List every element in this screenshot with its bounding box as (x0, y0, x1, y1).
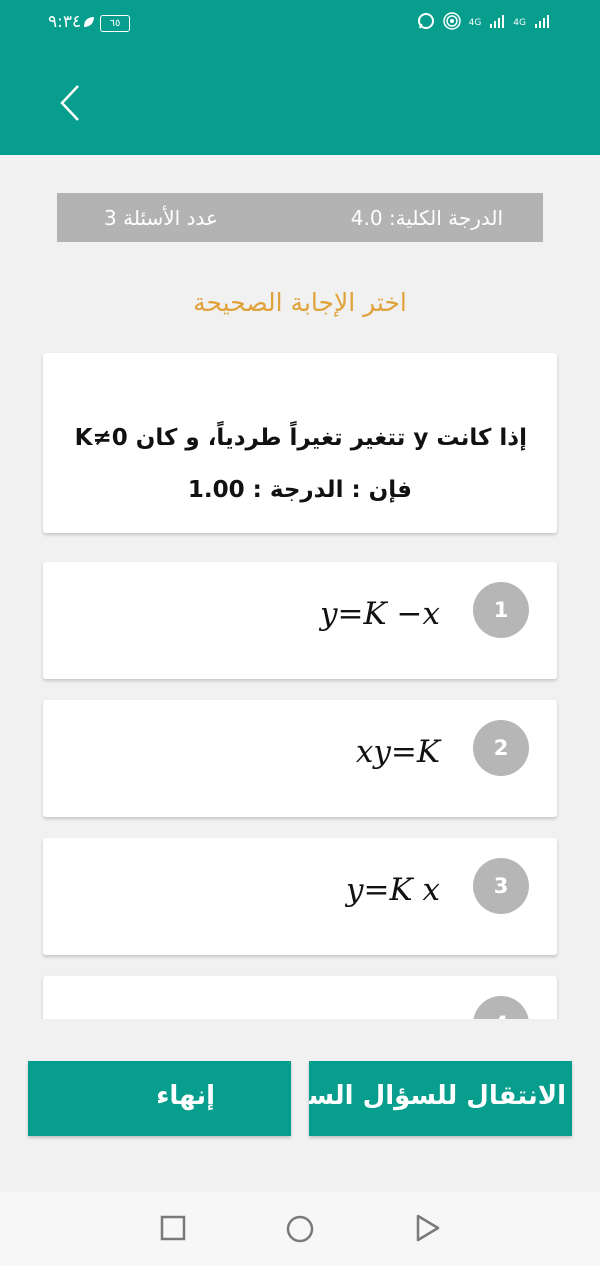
questions-count-value: 3 (104, 206, 117, 230)
finish-button[interactable]: إنهاء (28, 1061, 291, 1136)
question-text-line-1: إذا كانت y تتغير تغيراً طردياً، و كان K≠… (74, 425, 527, 451)
option-number-badge: 1 (473, 582, 529, 638)
total-score-label: الدرجة الكلية: (388, 206, 503, 230)
network-type-2: 4G (513, 17, 526, 28)
answer-option[interactable]: 3 y=K x (43, 838, 557, 955)
battery-icon: ٦٥ (100, 15, 130, 32)
chevron-left-icon (60, 85, 79, 121)
option-number-badge: 3 (473, 858, 529, 914)
answer-option[interactable]: 4 (43, 976, 557, 1019)
questions-count-label: عدد الأسئلة (123, 206, 218, 230)
next-question-button-label: الانتقال للسؤال السا (309, 1081, 566, 1111)
options-list: 1 y=K −x 2 xy=K 3 y=K x 4 (0, 545, 600, 1019)
option-text: y=K x (346, 872, 440, 908)
leaf-icon (82, 14, 96, 33)
questions-count: عدد الأسئلة 3 (104, 206, 218, 230)
status-icons: 4G 4G (417, 12, 550, 34)
instruction-text: اختر الإجابة الصحيحة (193, 288, 407, 317)
total-score-value: 4.0 (350, 206, 383, 230)
home-icon[interactable] (285, 1214, 315, 1248)
option-text: xy=K (355, 734, 440, 770)
answer-option[interactable]: 2 xy=K (43, 700, 557, 817)
signal-icon (489, 13, 505, 33)
total-score: الدرجة الكلية: 4.0 (351, 206, 503, 230)
app-bar (0, 50, 600, 155)
finish-button-label: إنهاء (156, 1081, 215, 1111)
option-text: y=K −x (320, 596, 440, 632)
question-text-line-2: فإن : الدرجة : 1.00 (187, 477, 412, 503)
answer-option[interactable]: 1 y=K −x (43, 562, 557, 679)
status-time: ٩:٣٤ (48, 12, 82, 32)
hotspot-icon (442, 12, 461, 34)
option-number-badge: 2 (473, 720, 529, 776)
recents-icon[interactable] (159, 1214, 187, 1246)
quiz-info-bar: الدرجة الكلية: 4.0 عدد الأسئلة 3 (57, 193, 543, 242)
signal-icon (534, 13, 550, 33)
system-nav-bar (0, 1192, 600, 1266)
back-button[interactable] (52, 78, 92, 128)
back-triangle-icon[interactable] (414, 1214, 442, 1246)
status-bar: ٩:٣٤ ٦٥ 4G 4G (0, 0, 600, 50)
network-type-1: 4G (468, 17, 482, 28)
whatsapp-icon (417, 12, 435, 34)
question-card: إذا كانت y تتغير تغيراً طردياً، و كان K≠… (43, 353, 557, 533)
option-number-badge: 4 (473, 996, 529, 1019)
next-question-button[interactable]: الانتقال للسؤال السا (309, 1061, 572, 1136)
